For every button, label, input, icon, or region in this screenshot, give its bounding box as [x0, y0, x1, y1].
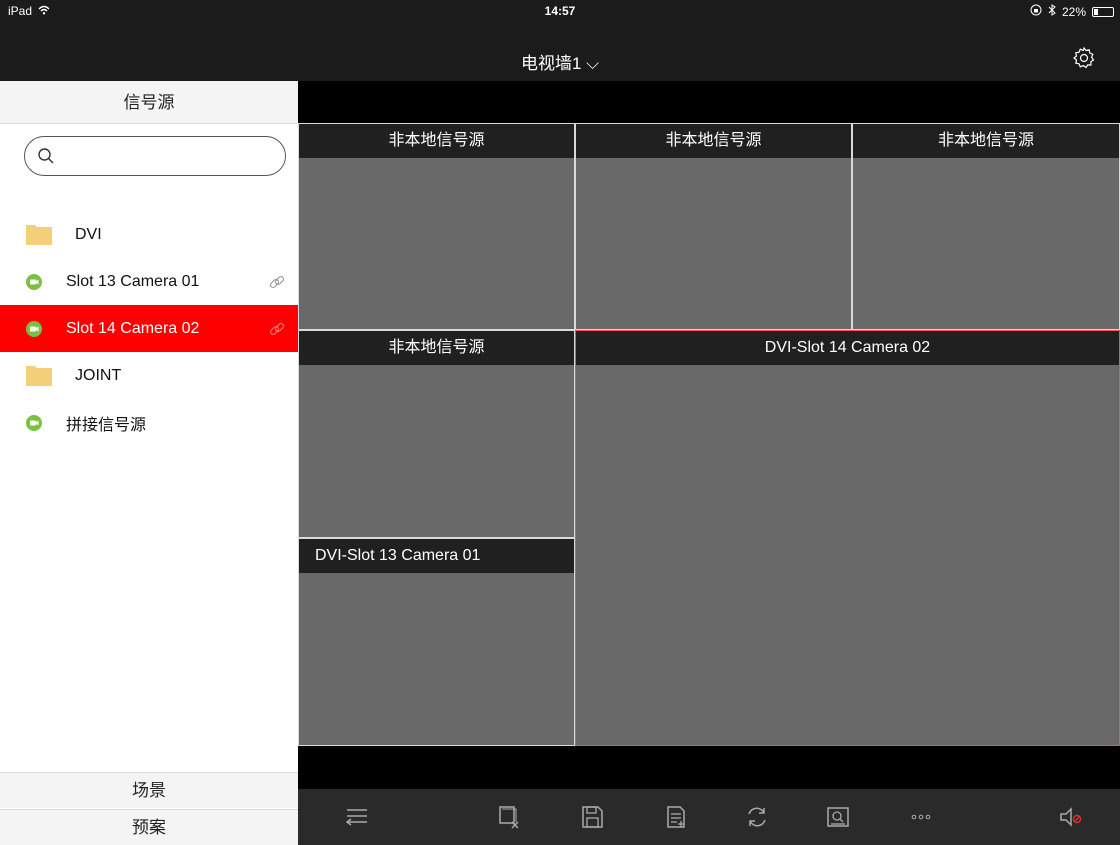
tree-item-label: Slot 13 Camera 01 [66, 272, 200, 290]
tree-item-label: Slot 14 Camera 02 [66, 319, 200, 337]
camera-icon [26, 274, 42, 290]
bottom-toolbar [298, 789, 1120, 845]
more-icon[interactable] [908, 804, 934, 830]
scene-tab[interactable]: 场景 [0, 772, 298, 808]
video-wall: 非本地信号源 非本地信号源 非本地信号源 非本地信号源 DVI-Slot 14 … [298, 81, 1120, 789]
folder-icon [26, 364, 52, 386]
source-tree: DVI Slot 13 Camera 01 Slot 14 Camera 02 [0, 211, 298, 446]
refresh-icon[interactable] [744, 804, 770, 830]
status-bar: iPad 14:57 22% [0, 0, 1120, 22]
camera-icon [26, 415, 42, 431]
folder-icon [26, 223, 52, 245]
document-icon[interactable] [663, 804, 689, 830]
search-box[interactable] [24, 136, 286, 176]
gear-icon[interactable] [1072, 46, 1096, 70]
orientation-lock-icon [1030, 4, 1042, 19]
window-title: 非本地信号源 [299, 124, 574, 158]
tree-camera-joint[interactable]: 拼接信号源 [0, 399, 298, 446]
tree-camera-slot13[interactable]: Slot 13 Camera 01 [0, 258, 298, 305]
window-title: 非本地信号源 [299, 331, 574, 365]
save-icon[interactable] [579, 804, 605, 830]
plan-tab[interactable]: 预案 [0, 809, 298, 845]
wall-selector[interactable]: 电视墙1 ⌵ [0, 49, 1120, 74]
wall-window[interactable]: 非本地信号源 [575, 123, 852, 330]
clock: 14:57 [544, 4, 576, 18]
battery-percent: 22% [1061, 4, 1086, 19]
battery-icon [1092, 6, 1114, 17]
camera-icon [26, 321, 42, 337]
wall-window[interactable]: 非本地信号源 [298, 330, 575, 538]
mute-icon[interactable] [1058, 804, 1084, 830]
wall-window[interactable]: DVI-Slot 13 Camera 01 [298, 538, 575, 746]
window-title: 非本地信号源 [576, 124, 851, 158]
window-title: DVI-Slot 13 Camera 01 [299, 539, 574, 573]
window-title: 非本地信号源 [853, 124, 1119, 158]
tree-item-label: DVI [75, 225, 102, 243]
wall-window[interactable]: 非本地信号源 [298, 123, 575, 330]
link-icon [268, 320, 286, 338]
tree-item-label: JOINT [75, 366, 122, 384]
tree-folder-joint[interactable]: JOINT [0, 352, 298, 399]
tree-item-label: 拼接信号源 [66, 416, 147, 434]
panel-title: 信号源 [0, 81, 298, 124]
tree-camera-slot14[interactable]: Slot 14 Camera 02 [0, 305, 298, 352]
zoom-window-icon[interactable] [825, 804, 851, 830]
signal-source-panel: 信号源 DVI Slot 13 Camera 01 Slot 14 Camera… [0, 81, 298, 845]
wall-window[interactable]: 非本地信号源 [852, 123, 1120, 330]
close-window-icon[interactable] [496, 804, 522, 830]
window-title: DVI-Slot 14 Camera 02 [576, 331, 1119, 365]
tree-folder-dvi[interactable]: DVI [0, 211, 298, 258]
search-input[interactable] [63, 145, 273, 167]
status-right: 22% [1030, 4, 1114, 19]
search-icon [37, 147, 55, 165]
link-icon [268, 273, 286, 291]
wall-window-selected[interactable]: DVI-Slot 14 Camera 02 [575, 330, 1120, 746]
title-bar: 电视墙1 ⌵ [0, 22, 1120, 81]
collapse-list-icon[interactable] [344, 804, 370, 830]
battery-fill [1094, 8, 1098, 15]
bluetooth-icon [1048, 4, 1056, 19]
